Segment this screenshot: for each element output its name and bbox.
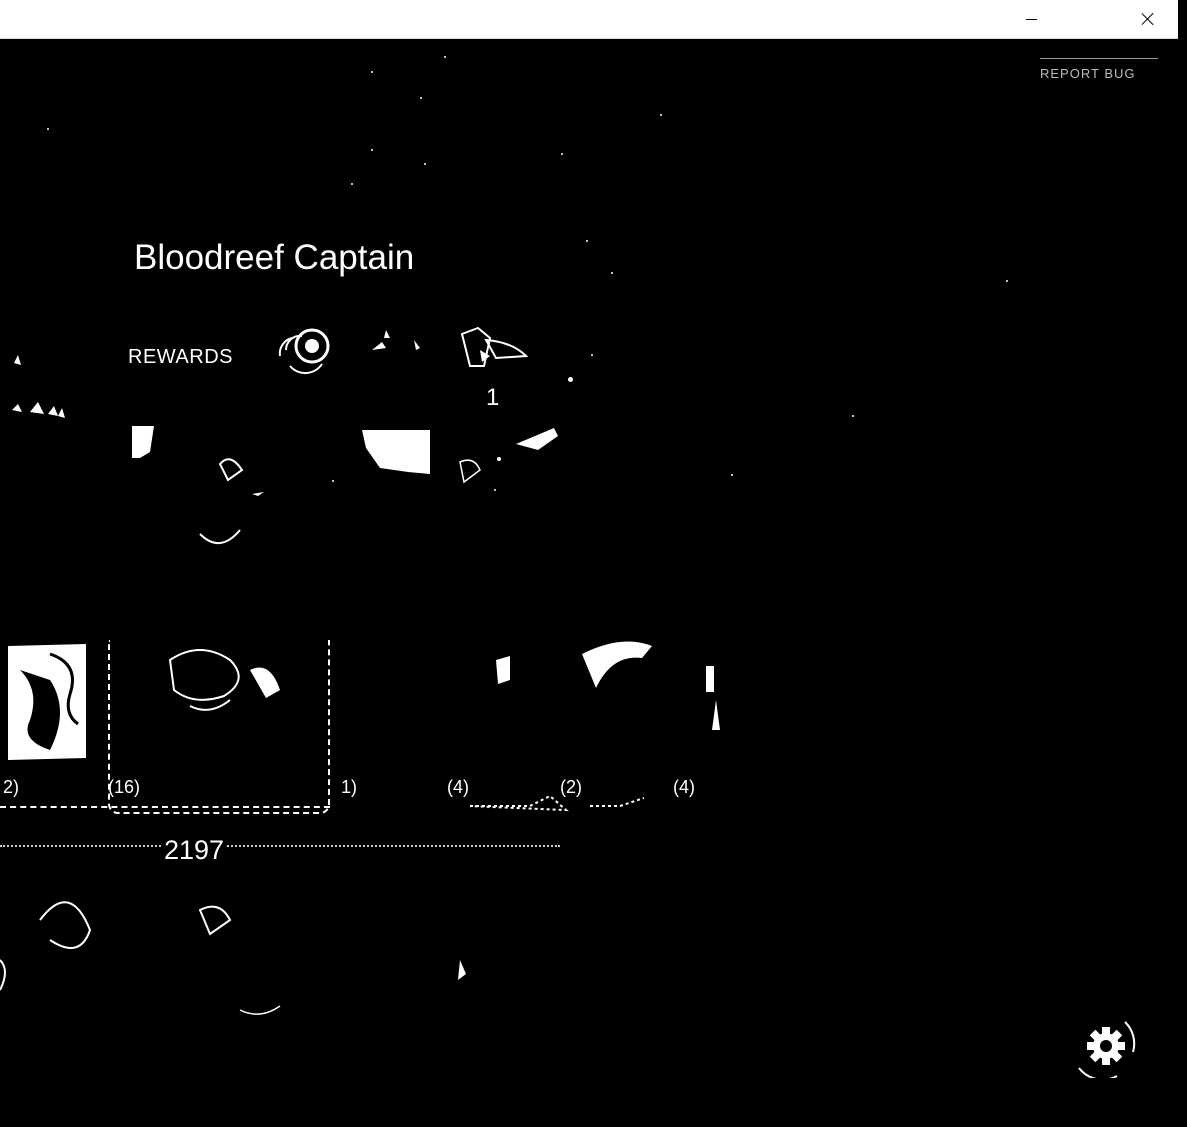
quest-title: Bloodreef Captain — [134, 238, 415, 277]
unit-count-badge[interactable]: (4) — [447, 777, 469, 798]
unit-count-badge[interactable]: (16) — [108, 777, 140, 798]
coin-icon[interactable] — [272, 322, 344, 378]
settings-button[interactable] — [1073, 1012, 1139, 1081]
minimize-button[interactable] — [1008, 0, 1054, 38]
rewards-label: REWARDS — [128, 346, 233, 368]
report-bug-underline — [1040, 58, 1158, 59]
party-power-total: 2197 — [162, 835, 227, 866]
gear-icon — [1078, 1021, 1136, 1081]
ground-artwork — [0, 901, 466, 1015]
report-bug-link[interactable]: REPORT BUG — [1040, 66, 1135, 81]
portrait-silhouette — [12, 355, 65, 418]
close-icon — [1141, 12, 1155, 26]
unit-count-badge[interactable]: (4) — [673, 777, 695, 798]
unit-count-badge[interactable]: 1) — [341, 777, 357, 798]
battle-artwork — [132, 426, 558, 544]
hero-portrait[interactable] — [0, 640, 92, 764]
unit-count-badge[interactable]: 2) — [3, 777, 19, 798]
armor-chest-icon[interactable] — [456, 326, 532, 374]
card-row-underline — [0, 806, 330, 808]
close-button[interactable] — [1125, 0, 1171, 38]
power-progress-line — [0, 845, 560, 847]
reward-count: 1 — [486, 384, 500, 411]
unit-artwork — [168, 649, 280, 711]
window-edge — [1178, 0, 1187, 1127]
minimize-icon — [1025, 18, 1037, 20]
game-screen: REPORT BUG Bloodreef Captain REWARDS 1 2… — [0, 0, 1187, 1127]
claw-icon[interactable] — [368, 324, 432, 358]
unit-count-badge[interactable]: (2) — [560, 777, 582, 798]
window-title-bar — [0, 0, 1178, 39]
